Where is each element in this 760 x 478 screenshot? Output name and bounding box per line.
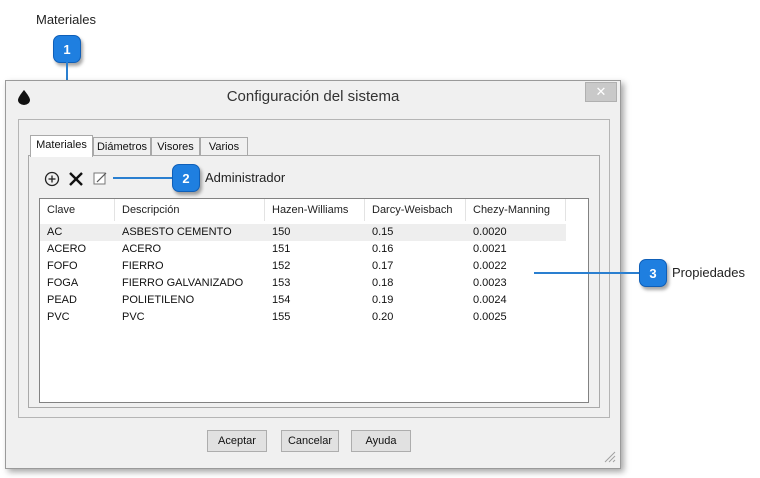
cell-descripcion: ASBESTO CEMENTO — [122, 226, 232, 238]
cancel-button[interactable]: Cancelar — [281, 430, 339, 452]
cell-darcy-weisbach: 0.16 — [372, 243, 394, 255]
callout-line-2 — [113, 177, 173, 179]
cell-descripcion: FIERRO — [122, 260, 164, 272]
table-row[interactable]: FOFO FIERRO 152 0.17 0.0022 — [40, 258, 566, 275]
cell-darcy-weisbach: 0.15 — [372, 226, 394, 238]
window-title: Configuración del sistema — [226, 88, 400, 105]
column-header-hazen-williams[interactable]: Hazen-Williams — [265, 199, 365, 221]
add-circle-icon[interactable] — [44, 171, 60, 187]
tab-diametros[interactable]: Diámetros — [93, 137, 151, 156]
callout-badge-2: 2 — [172, 164, 200, 192]
column-header-chezy-manning[interactable]: Chezy-Manning — [466, 199, 566, 221]
callout-line-3 — [534, 272, 640, 274]
column-header-descripcion[interactable]: Descripción — [115, 199, 265, 221]
title-bar: Configuración del sistema ✕ — [6, 81, 620, 113]
dialog-window: Configuración del sistema ✕ Materiales D… — [5, 80, 621, 469]
cell-chezy-manning: 0.0025 — [473, 311, 507, 323]
cell-hazen-williams: 154 — [272, 294, 291, 306]
cell-darcy-weisbach: 0.18 — [372, 277, 394, 289]
cell-hazen-williams: 155 — [272, 311, 291, 323]
tab-varios[interactable]: Varios — [200, 137, 248, 156]
cell-chezy-manning: 0.0020 — [473, 226, 507, 238]
column-header-darcy-weisbach[interactable]: Darcy-Weisbach — [365, 199, 466, 221]
edit-icon[interactable] — [93, 171, 108, 186]
resize-grip-icon[interactable] — [602, 449, 616, 463]
column-header-clave[interactable]: Clave — [40, 199, 115, 221]
cell-descripcion: POLIETILENO — [122, 294, 195, 306]
table-row[interactable]: PEAD POLIETILENO 154 0.19 0.0024 — [40, 292, 566, 309]
callout-label-propiedades: Propiedades — [672, 265, 745, 280]
close-button[interactable]: ✕ — [585, 82, 617, 102]
callout-badge-1: 1 — [53, 35, 81, 63]
cell-hazen-williams: 151 — [272, 243, 291, 255]
cell-darcy-weisbach: 0.19 — [372, 294, 394, 306]
cell-clave: PEAD — [47, 294, 77, 306]
cell-hazen-williams: 150 — [272, 226, 291, 238]
table-row[interactable]: AC ASBESTO CEMENTO 150 0.15 0.0020 — [40, 224, 566, 241]
cell-chezy-manning: 0.0022 — [473, 260, 507, 272]
table-row[interactable]: ACERO ACERO 151 0.16 0.0021 — [40, 241, 566, 258]
cell-darcy-weisbach: 0.17 — [372, 260, 394, 272]
callout-badge-3: 3 — [639, 259, 667, 287]
table-row[interactable]: PVC PVC 155 0.20 0.0025 — [40, 309, 566, 326]
help-button[interactable]: Ayuda — [351, 430, 411, 452]
cell-clave: PVC — [47, 311, 70, 323]
tab-visores[interactable]: Visores — [151, 137, 200, 156]
cell-descripcion: FIERRO GALVANIZADO — [122, 277, 244, 289]
materials-table[interactable]: Clave Descripción Hazen-Williams Darcy-W… — [39, 198, 589, 403]
cell-descripcion: PVC — [122, 311, 145, 323]
cell-clave: ACERO — [47, 243, 87, 255]
cell-hazen-williams: 152 — [272, 260, 291, 272]
x-delete-icon[interactable] — [68, 171, 84, 187]
table-row[interactable]: FOGA FIERRO GALVANIZADO 153 0.18 0.0023 — [40, 275, 566, 292]
cell-clave: AC — [47, 226, 63, 238]
callout-label-materiales: Materiales — [36, 12, 96, 27]
tab-materiales[interactable]: Materiales — [30, 135, 93, 157]
cell-darcy-weisbach: 0.20 — [372, 311, 394, 323]
cell-descripcion: ACERO — [122, 243, 162, 255]
cell-chezy-manning: 0.0021 — [473, 243, 507, 255]
cell-chezy-manning: 0.0023 — [473, 277, 507, 289]
accept-button[interactable]: Aceptar — [207, 430, 267, 452]
cell-clave: FOFO — [47, 260, 78, 272]
cell-hazen-williams: 153 — [272, 277, 291, 289]
cell-chezy-manning: 0.0024 — [473, 294, 507, 306]
cell-clave: FOGA — [47, 277, 79, 289]
callout-label-administrador: Administrador — [205, 170, 286, 185]
